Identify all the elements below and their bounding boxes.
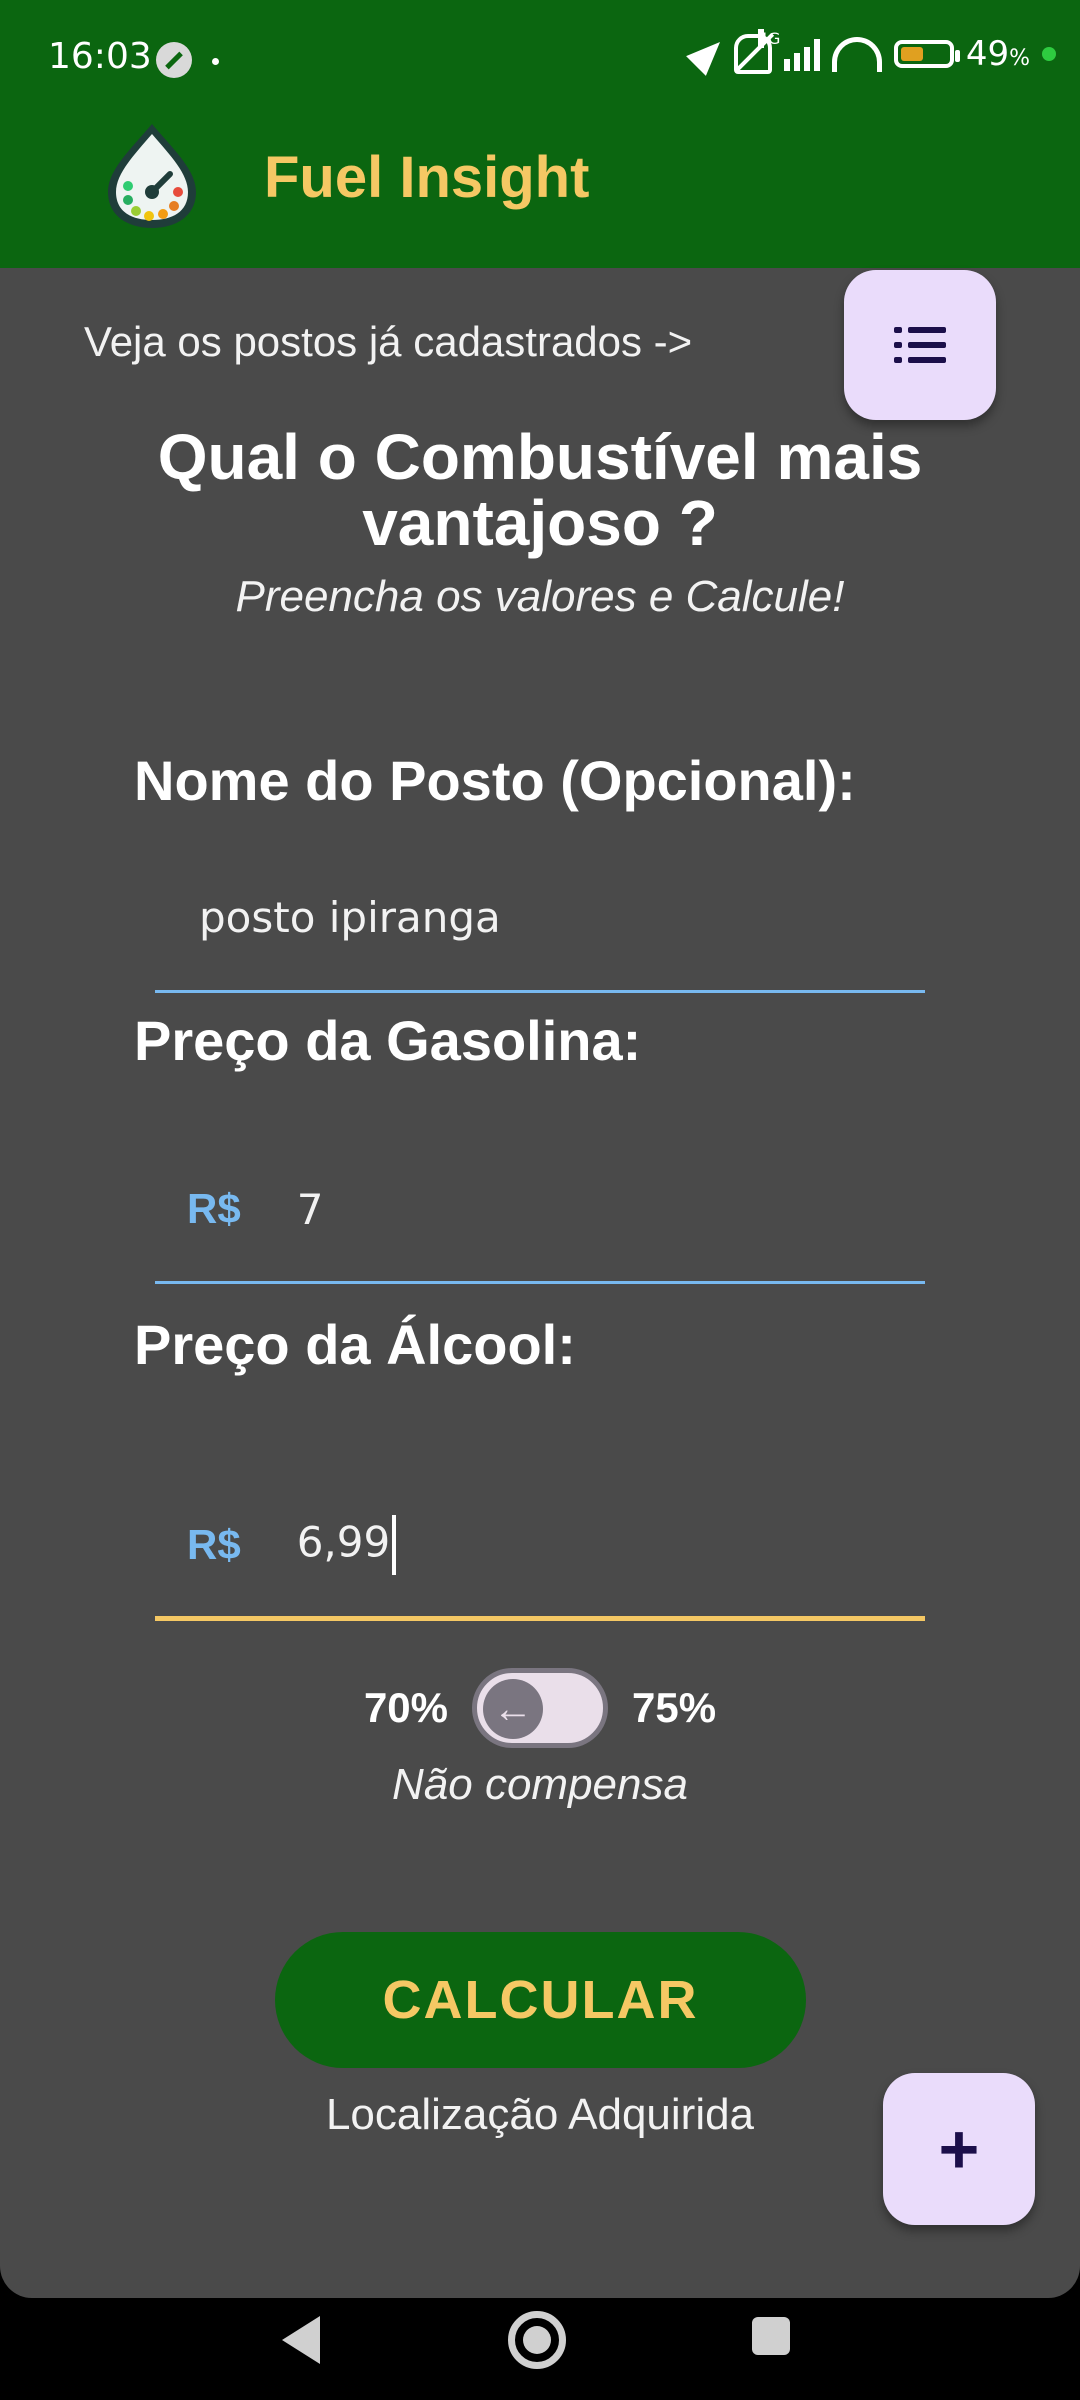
- gasoline-price-input[interactable]: R$ 7: [155, 1154, 925, 1264]
- battery-fill: [900, 47, 924, 61]
- registered-stations-hint[interactable]: Veja os postos já cadastrados ->: [84, 318, 692, 366]
- alcohol-price-input[interactable]: R$ 6,99: [155, 1490, 925, 1600]
- add-station-button[interactable]: +: [883, 2073, 1035, 2225]
- result-text: Não compensa: [392, 1760, 688, 1809]
- page-subtitle: Preencha os valores e Calcule!: [235, 572, 845, 621]
- ratio-toggle-switch[interactable]: ←: [472, 1668, 608, 1748]
- privacy-indicator-icon: [1042, 47, 1056, 61]
- currency-prefix: R$: [187, 1185, 241, 1232]
- status-bar: 16:03 4G 49%: [0, 0, 1080, 120]
- fuel-gauge-logo-icon: [108, 124, 196, 228]
- recent-apps-icon[interactable]: [752, 2317, 790, 2355]
- arrow-left-icon: ←: [483, 1679, 543, 1739]
- page-title: Qual o Combustível mais vantajoso ?: [157, 421, 923, 559]
- text-cursor: [392, 1515, 397, 1575]
- currency-prefix: R$: [187, 1521, 241, 1568]
- back-icon[interactable]: [282, 2316, 320, 2364]
- gasoline-price-underline: [155, 1281, 925, 1284]
- plus-icon: +: [938, 2110, 980, 2188]
- wrench-icon: [156, 42, 192, 78]
- alcohol-price-underline: [155, 1616, 925, 1621]
- ratio-70-label: 70%: [363, 1684, 448, 1731]
- station-name-value: posto ipiranga: [199, 892, 501, 942]
- ratio-75-label: 75%: [632, 1684, 717, 1731]
- alcohol-price-label: Preço da Álcool:: [134, 1313, 576, 1376]
- wifi-icon: [831, 36, 882, 72]
- battery-icon: [893, 40, 960, 68]
- station-name-input[interactable]: posto ipiranga: [155, 862, 925, 972]
- home-icon[interactable]: [508, 2311, 566, 2369]
- alcohol-price-value: 6,99: [297, 1515, 397, 1575]
- location-arrow-icon: [685, 32, 730, 76]
- status-time: 16:03: [48, 36, 152, 77]
- notification-dot-icon: [212, 58, 219, 65]
- station-name-underline: [155, 990, 925, 993]
- list-icon: [894, 327, 946, 363]
- ratio-toggle-row: 70% ← 75%: [0, 1668, 1080, 1748]
- stations-list-button[interactable]: [844, 270, 996, 420]
- status-icons: 4G 49%: [685, 29, 1056, 76]
- gasoline-price-value: 7: [296, 1184, 324, 1234]
- network-type: 4G: [757, 29, 781, 48]
- app-title: Fuel Insight: [264, 145, 590, 210]
- app-bar: Fuel Insight: [0, 120, 1080, 268]
- cell-signal-icon: 4G: [757, 29, 820, 71]
- battery-percent: 49%: [965, 34, 1030, 74]
- station-name-label: Nome do Posto (Opcional):: [134, 749, 856, 812]
- calculate-button[interactable]: CALCULAR: [275, 1932, 806, 2068]
- gasoline-price-label: Preço da Gasolina:: [134, 1009, 642, 1072]
